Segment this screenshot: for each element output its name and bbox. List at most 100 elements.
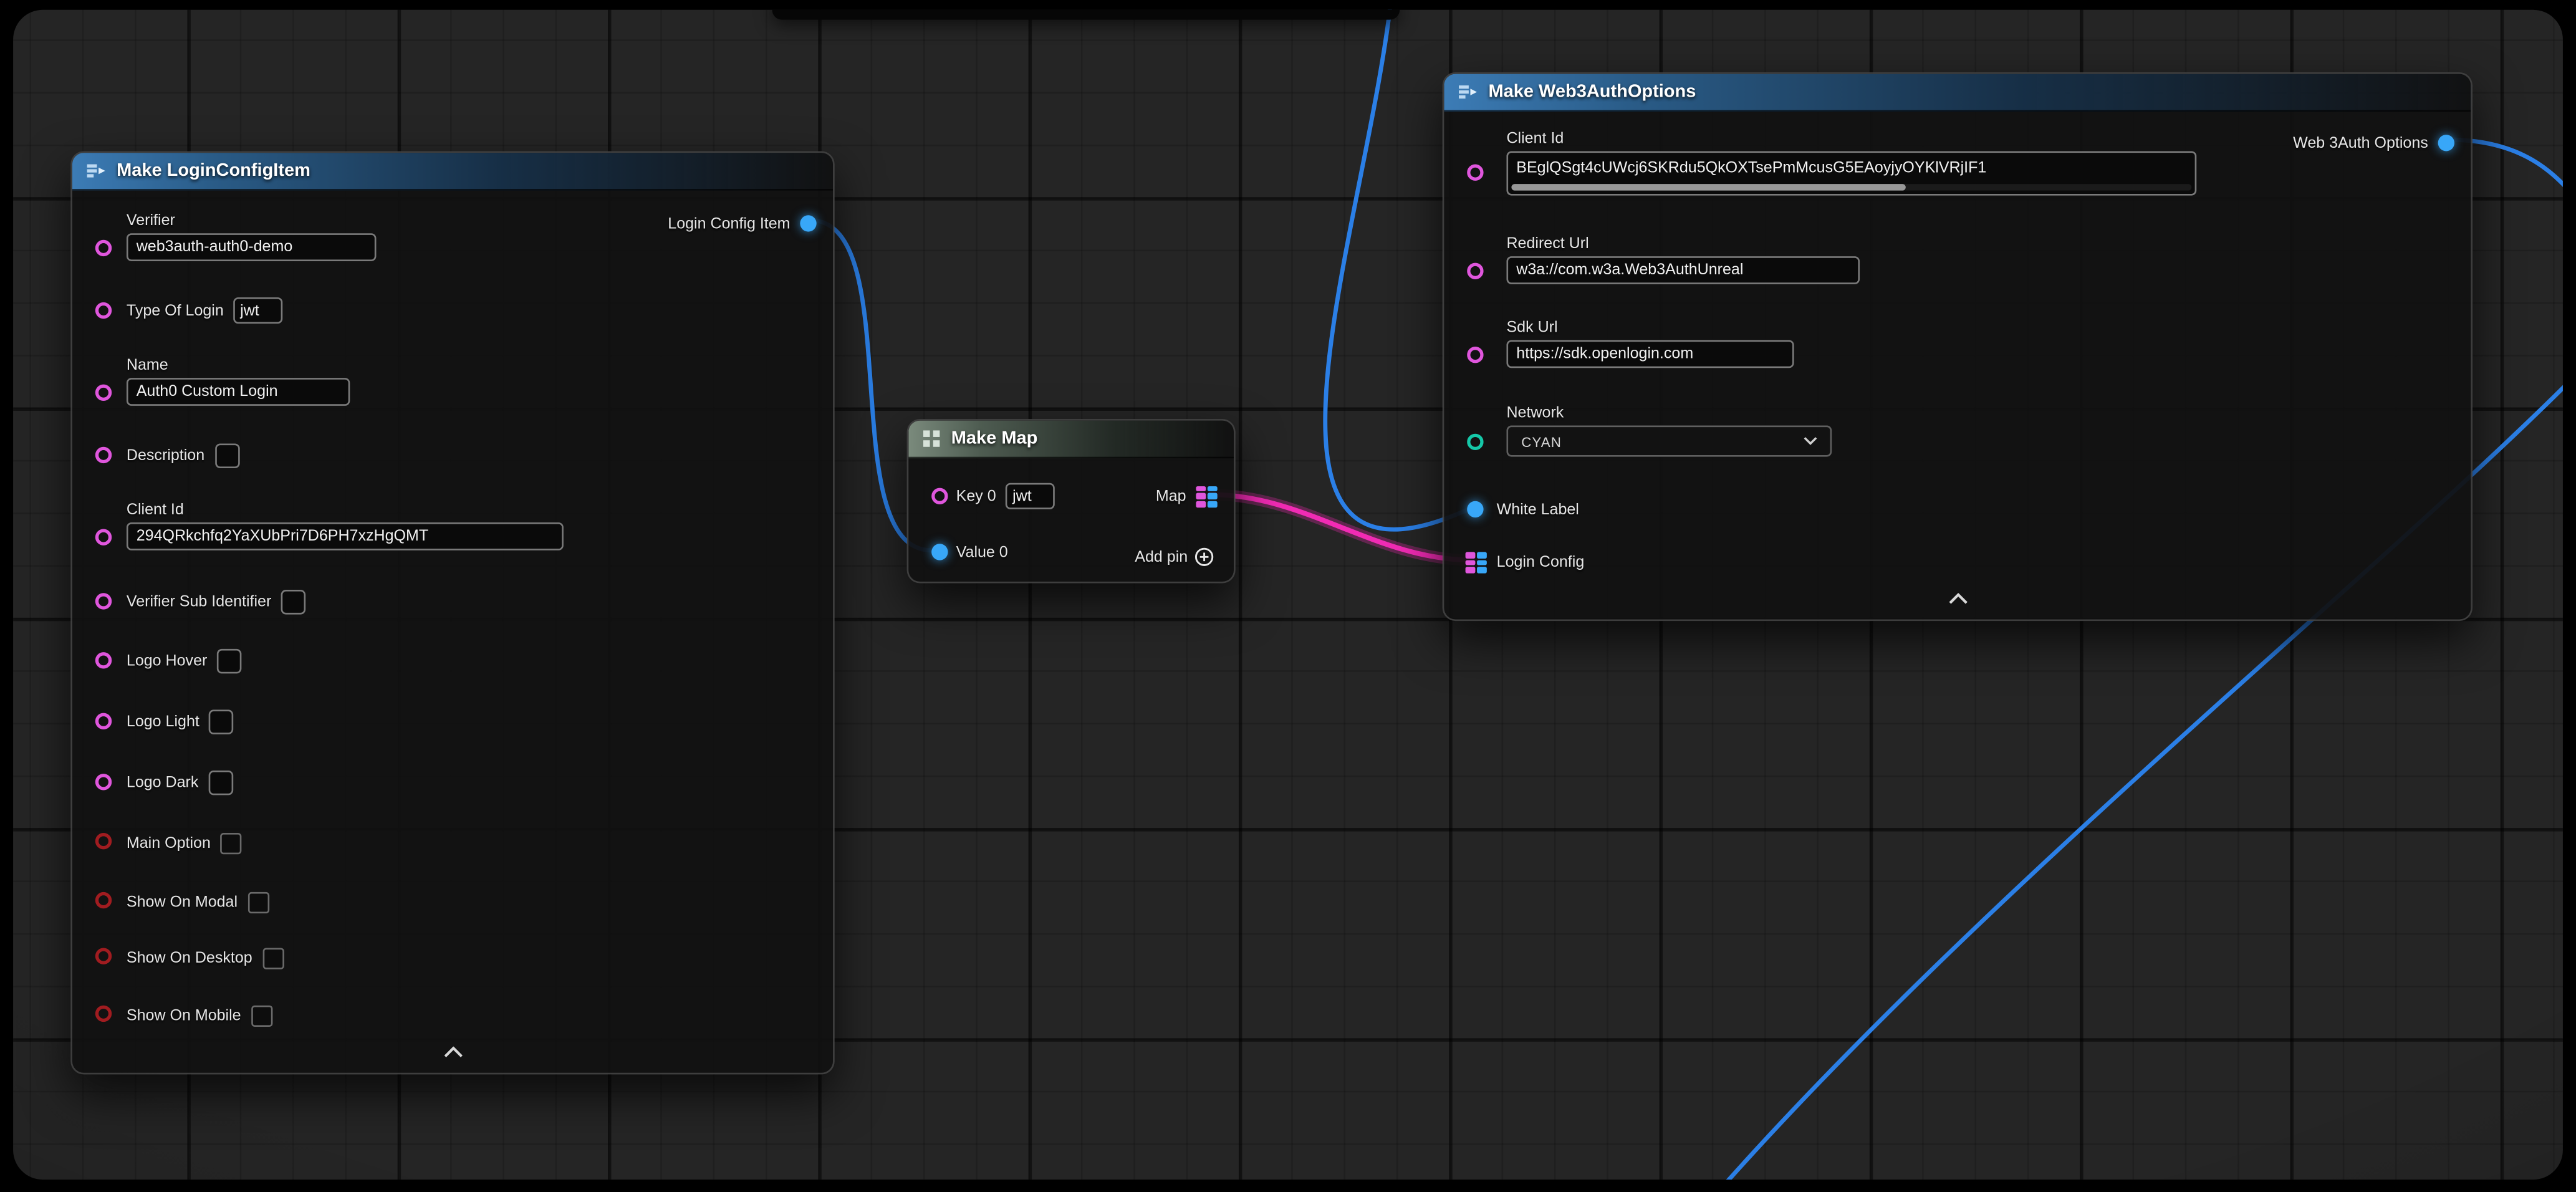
pin-redirect-url[interactable] <box>1467 263 1483 279</box>
graph-world: Make LoginConfigItem Login Config Item V… <box>13 10 2563 1180</box>
description-label: Description <box>127 446 204 464</box>
redirect-url-label: Redirect Url <box>1506 235 1588 253</box>
pin-verifier[interactable] <box>95 240 112 256</box>
name-group: Name <box>127 357 350 406</box>
show-on-mobile-checkbox[interactable] <box>251 1004 272 1026</box>
login-config-label: Login Config <box>1497 553 1585 571</box>
collapse-chevron-up-icon[interactable] <box>443 1047 463 1058</box>
type-of-login-input[interactable] <box>234 297 283 324</box>
network-label: Network <box>1506 404 1564 422</box>
pin-web3auth-options-output[interactable] <box>2438 135 2454 151</box>
description-row: Description <box>127 442 239 468</box>
sdk-url-label: Sdk Url <box>1506 319 1557 337</box>
show-on-modal-row: Show On Modal <box>127 889 269 915</box>
sdk-url-group: Sdk Url <box>1506 319 1794 368</box>
verifier-sub-identifier-input[interactable] <box>281 589 306 614</box>
make-struct-icon <box>1457 82 1478 102</box>
logo-dark-label: Logo Dark <box>127 773 199 791</box>
pin-logo-light[interactable] <box>95 713 112 729</box>
client-id-group: Client Id <box>127 501 564 550</box>
name-label: Name <box>127 357 168 375</box>
make-map-icon <box>921 429 941 449</box>
redirect-url-input[interactable] <box>1506 256 1860 284</box>
pin-show-on-mobile[interactable] <box>95 1006 112 1022</box>
logo-dark-input[interactable] <box>208 770 233 795</box>
network-value: CYAN <box>1521 433 1562 449</box>
pin-client-id[interactable] <box>1467 165 1483 181</box>
verifier-sub-identifier-label: Verifier Sub Identifier <box>127 592 271 610</box>
logo-light-input[interactable] <box>209 709 234 734</box>
verifier-input[interactable] <box>127 233 377 261</box>
pin-login-config[interactable] <box>1466 552 1487 573</box>
node-make-web3authoptions[interactable]: Make Web3AuthOptions Web 3Auth Options C… <box>1443 72 2473 621</box>
output-pin-row: Login Config Item <box>668 210 816 236</box>
client-id-label: Client Id <box>1506 130 1564 148</box>
output-pin-label: Web 3Auth Options <box>2293 134 2428 152</box>
pin-logo-hover[interactable] <box>95 652 112 668</box>
logo-hover-row: Logo Hover <box>127 647 242 673</box>
redirect-url-group: Redirect Url <box>1506 235 1860 284</box>
output-pin-row: Web 3Auth Options <box>2293 130 2454 156</box>
main-option-checkbox[interactable] <box>221 832 242 853</box>
pin-client-id[interactable] <box>95 529 112 546</box>
node-make-map-header[interactable]: Make Map <box>908 421 1234 459</box>
blueprint-graph-canvas[interactable]: Make LoginConfigItem Login Config Item V… <box>13 10 2563 1180</box>
pin-main-option[interactable] <box>95 833 112 849</box>
pin-verifier-sub-identifier[interactable] <box>95 593 112 609</box>
client-id-label: Client Id <box>127 501 184 519</box>
sdk-url-input[interactable] <box>1506 340 1794 368</box>
pin-name[interactable] <box>95 385 112 401</box>
pin-logo-dark[interactable] <box>95 774 112 790</box>
scrollbar-thumb[interactable] <box>1511 184 1906 191</box>
client-id-input[interactable] <box>1508 155 2195 183</box>
key-0-input[interactable] <box>1006 483 1055 509</box>
node-make-map[interactable]: Make Map Key 0 Map Value 0 Add pin <box>907 419 1236 584</box>
pin-sdk-url[interactable] <box>1467 347 1483 363</box>
main-option-row: Main Option <box>127 830 242 856</box>
client-id-field <box>1506 151 2196 195</box>
pin-network[interactable] <box>1467 434 1483 450</box>
verifier-group: Verifier <box>127 212 377 261</box>
show-on-desktop-checkbox[interactable] <box>262 947 284 968</box>
stage: Make LoginConfigItem Login Config Item V… <box>0 0 2576 1192</box>
collapse-chevron-up-icon[interactable] <box>1948 593 1968 604</box>
white-label-label: White Label <box>1497 500 1579 518</box>
node-title: Make Map <box>951 429 1038 449</box>
key-0-row: Key 0 <box>956 483 1055 509</box>
make-struct-icon <box>85 161 107 181</box>
pin-show-on-modal[interactable] <box>95 892 112 908</box>
pin-white-label[interactable] <box>1467 501 1483 517</box>
network-dropdown[interactable]: CYAN <box>1506 426 1832 457</box>
offscreen-node-bottom-edge[interactable] <box>772 10 1400 20</box>
node-make-loginconfigitem[interactable]: Make LoginConfigItem Login Config Item V… <box>70 151 834 1074</box>
add-pin-button[interactable]: Add pin <box>1135 544 1214 570</box>
pin-key-0[interactable] <box>931 488 948 504</box>
show-on-modal-label: Show On Modal <box>127 893 238 911</box>
add-pin-label: Add pin <box>1135 548 1188 566</box>
node-title: Make LoginConfigItem <box>117 161 310 181</box>
node-make-web3authoptions-header[interactable]: Make Web3AuthOptions <box>1444 74 2471 112</box>
pin-login-config-item-output[interactable] <box>800 215 816 231</box>
name-input[interactable] <box>127 378 350 406</box>
show-on-desktop-label: Show On Desktop <box>127 949 252 967</box>
client-id-scrollbar[interactable] <box>1511 184 2191 191</box>
value-0-row: Value 0 <box>956 539 1008 565</box>
description-input[interactable] <box>214 443 239 468</box>
pin-show-on-desktop[interactable] <box>95 948 112 964</box>
client-id-input[interactable] <box>127 522 564 550</box>
node-make-loginconfigitem-header[interactable]: Make LoginConfigItem <box>72 153 833 191</box>
show-on-mobile-row: Show On Mobile <box>127 1002 272 1028</box>
node-title: Make Web3AuthOptions <box>1488 82 1696 102</box>
pin-map-output[interactable] <box>1196 486 1217 507</box>
show-on-modal-checkbox[interactable] <box>248 892 269 913</box>
verifier-label: Verifier <box>127 212 175 230</box>
logo-hover-label: Logo Hover <box>127 651 207 670</box>
pin-description[interactable] <box>95 447 112 463</box>
logo-dark-row: Logo Dark <box>127 769 233 795</box>
output-pin-label: Login Config Item <box>668 214 790 233</box>
map-output-row: Map <box>1156 483 1218 509</box>
pin-type-of-login[interactable] <box>95 302 112 319</box>
type-of-login-row: Type Of Login <box>127 297 283 324</box>
pin-value-0[interactable] <box>931 544 948 560</box>
logo-hover-input[interactable] <box>217 648 242 673</box>
